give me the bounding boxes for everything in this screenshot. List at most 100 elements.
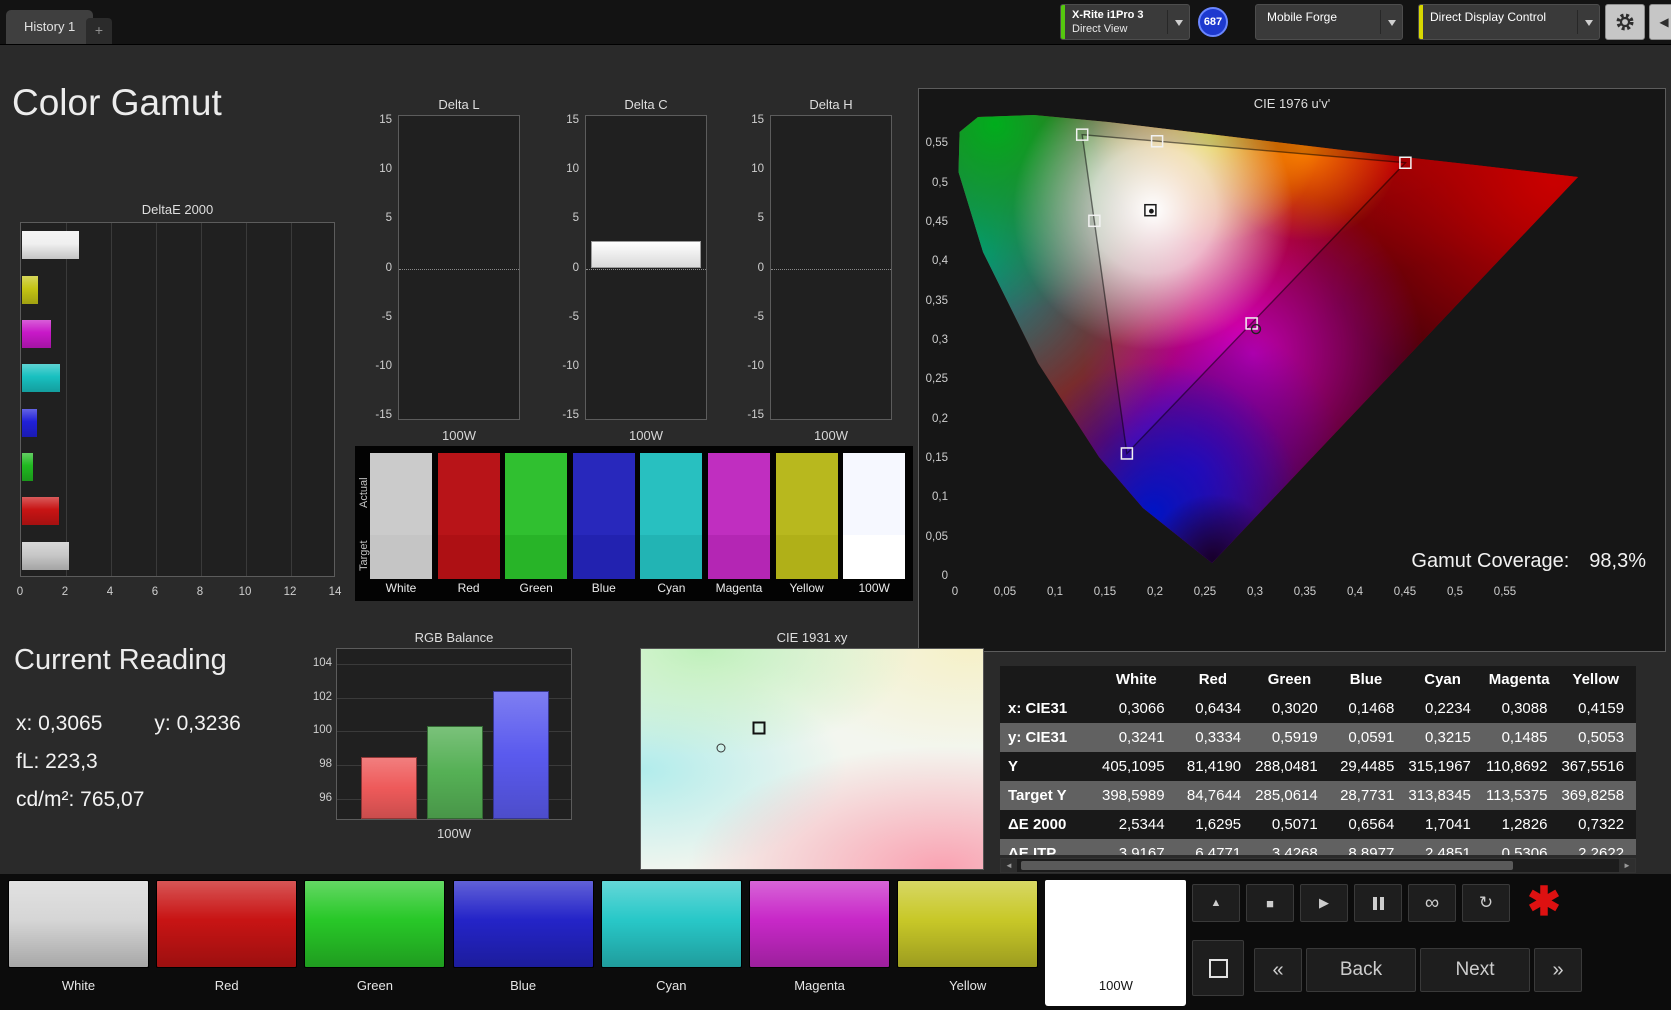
axis-tick: 4 <box>106 586 114 598</box>
patch-button-magenta[interactable]: Magenta <box>749 880 890 1006</box>
deltae-bar-blue <box>22 408 37 437</box>
reading-y: y: 0,3236 <box>154 712 241 735</box>
patch-label: Yellow <box>949 978 987 993</box>
table-cell: 0,6434 <box>1195 700 1242 717</box>
cie1931-chart <box>640 648 984 870</box>
deltae-bar-100w <box>22 541 70 570</box>
axis-tick: 0,55 <box>1493 586 1517 598</box>
patch-button-white[interactable]: White <box>8 880 149 1006</box>
axis-tick: 5 <box>572 212 579 225</box>
history-tab[interactable]: History 1 <box>6 10 94 44</box>
table-cell: 3,9167 <box>1118 845 1165 855</box>
patch-button-yellow[interactable]: Yellow <box>897 880 1039 1006</box>
pattern-list-up-button[interactable]: ▲ <box>1192 884 1240 922</box>
delta-h-xlabel: 100W <box>814 428 848 443</box>
pattern-source-selector[interactable]: Mobile Forge <box>1255 4 1403 40</box>
chart-title-cie1931: CIE 1931 xy <box>776 630 848 645</box>
swatch-actual-100w <box>843 453 906 535</box>
collapse-panel-button[interactable]: ◀ <box>1649 4 1671 40</box>
first-page-button[interactable]: « <box>1254 948 1302 992</box>
axis-tick: 0 <box>572 261 579 274</box>
reading-x: x: 0,3065 <box>16 712 103 735</box>
last-page-button[interactable]: » <box>1534 948 1582 992</box>
table-cell: 315,1967 <box>1408 758 1471 775</box>
table-row: ΔE ITP 3,9167 6,4771 3,4268 8,8977 2,4851 0,53… <box>1000 839 1636 855</box>
swatch-label: Red <box>457 581 480 595</box>
row-label: Target Y <box>1008 787 1067 804</box>
display-control-selector[interactable]: Direct Display Control <box>1418 4 1600 40</box>
stop-button[interactable]: ■ <box>1246 884 1294 922</box>
swatch-label: Blue <box>591 581 616 595</box>
display-control-label: Direct Display Control <box>1430 10 1547 24</box>
axis-tick: 0,45 <box>925 215 948 228</box>
column-header-cyan: Cyan <box>1424 671 1461 688</box>
patch-button-cyan[interactable]: Cyan <box>600 880 742 1006</box>
axis-tick: 0 <box>16 586 24 598</box>
top-bar: History 1 + X-Rite i1Pro 3 Direct View 6… <box>0 0 1671 45</box>
table-cell: 81,4190 <box>1186 758 1242 775</box>
table-cell: 2,5344 <box>1118 816 1165 833</box>
table-scrollbar[interactable]: ◄ ► <box>1000 858 1636 873</box>
swatch-label: Yellow <box>789 581 824 595</box>
back-label: Back <box>1339 959 1383 980</box>
refresh-button[interactable]: ↻ <box>1462 884 1510 922</box>
pause-icon <box>1372 896 1377 910</box>
axis-tick: 0,4 <box>1347 586 1363 598</box>
table-cell: 0,1485 <box>1501 729 1548 746</box>
axis-tick: -5 <box>381 310 392 323</box>
gamut-coverage-value: 98,3% <box>1589 550 1646 572</box>
axis-tick: 10 <box>751 163 764 176</box>
target-row-label: Target <box>358 540 370 572</box>
axis-tick: 0,05 <box>925 530 948 543</box>
axis-tick: 0,15 <box>925 451 948 464</box>
patch-button-blue[interactable]: Blue <box>452 880 594 1006</box>
add-tab-button[interactable]: + <box>86 18 112 44</box>
back-button[interactable]: Back <box>1306 948 1416 992</box>
cie31-marker-square <box>752 721 766 735</box>
column-header-red: Red <box>1198 671 1228 688</box>
patch-button-green[interactable]: Green <box>304 880 446 1006</box>
continuous-measure-button[interactable]: ∞ <box>1408 884 1456 922</box>
next-button[interactable]: Next <box>1420 948 1530 992</box>
scroll-right-icon: ► <box>1623 861 1631 870</box>
patch-button-red[interactable]: Red <box>156 880 298 1006</box>
axis-tick: -5 <box>568 310 579 323</box>
display-status-accent <box>1419 5 1423 39</box>
table-cell: 285,0614 <box>1255 787 1318 804</box>
play-button[interactable]: ▶ <box>1300 884 1348 922</box>
axis-tick: 0,1 <box>1047 586 1063 598</box>
axis-tick: 96 <box>319 792 332 805</box>
axis-tick: 104 <box>312 656 332 669</box>
patch-swatch <box>600 880 742 968</box>
table-row: x: CIE31 0,3066 0,6434 0,3020 0,1468 0,2234 0,… <box>1000 694 1636 723</box>
column-header-blue: Blue <box>1349 671 1383 688</box>
double-chevron-right-icon: » <box>1552 958 1564 981</box>
settings-button[interactable] <box>1605 4 1645 40</box>
axis-tick: 0,3 <box>1247 586 1263 598</box>
axis-tick: 0,5 <box>932 176 948 189</box>
scroll-left-button[interactable]: ◄ <box>1001 859 1017 872</box>
scrollbar-thumb[interactable] <box>1021 861 1513 870</box>
delta-c-xlabel: 100W <box>629 428 663 443</box>
pattern-window-mode-button[interactable] <box>1192 940 1244 996</box>
axis-tick: -5 <box>753 310 764 323</box>
patch-button-100w[interactable]: 100W <box>1045 880 1187 1006</box>
axis-tick: 0,4 <box>932 255 948 268</box>
axis-tick: 0,35 <box>925 294 948 307</box>
swatch-actual-red <box>437 453 500 535</box>
scroll-right-button[interactable]: ► <box>1619 859 1635 872</box>
axis-tick: 15 <box>751 113 764 126</box>
table-cell: 405,1095 <box>1102 758 1165 775</box>
rgb-bar-green <box>427 726 483 819</box>
patch-label: Cyan <box>656 978 687 993</box>
history-tab-label: History 1 <box>24 19 76 34</box>
deltae-bar-red <box>22 497 59 526</box>
deltae-bar-white <box>22 231 80 260</box>
table-cell: 28,7731 <box>1340 787 1395 804</box>
swatch-actual-blue <box>572 453 635 535</box>
table-cell: 29,4485 <box>1340 758 1395 775</box>
notice-button[interactable]: ✱ <box>1518 878 1570 926</box>
pause-button[interactable] <box>1354 884 1402 922</box>
meter-selector[interactable]: X-Rite i1Pro 3 Direct View <box>1060 4 1190 40</box>
chart-title-delta-l: Delta L <box>438 97 480 112</box>
